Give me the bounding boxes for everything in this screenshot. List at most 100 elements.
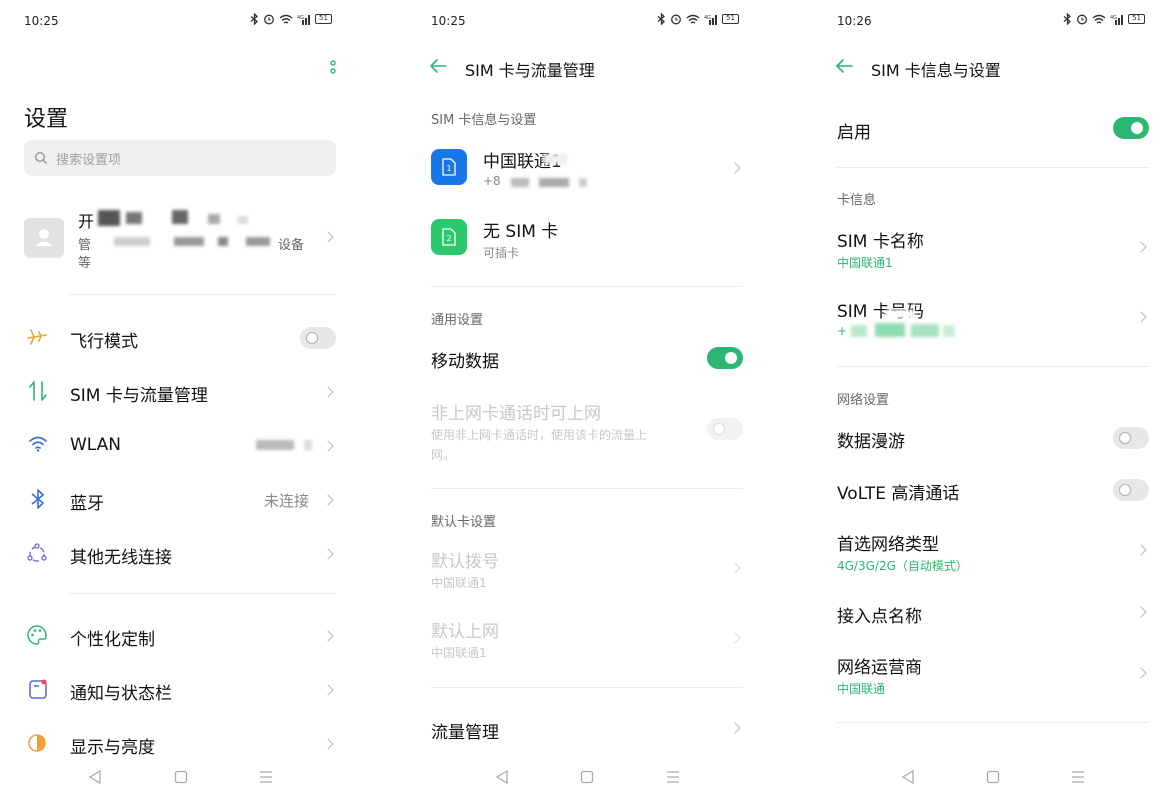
battery-icon: 51 [722, 14, 739, 24]
non-data-call-desc: 使用非上网卡通话时，使用该卡的流量上 [431, 428, 648, 442]
mobile-data-label: 移动数据 [431, 352, 499, 372]
status-icons: 4G 51 [1063, 13, 1145, 25]
status-time: 10:26 [837, 14, 872, 28]
nav-recents-icon[interactable] [666, 769, 680, 789]
volte-row[interactable]: VoLTE 高清通话 [837, 472, 1153, 508]
divider [68, 593, 336, 594]
list-item-airplane-mode[interactable]: 飞行模式 [24, 320, 340, 356]
signal-icon: 4G [704, 14, 718, 25]
divider [68, 294, 336, 295]
svg-text:4G: 4G [1110, 15, 1117, 21]
nav-home-icon[interactable] [580, 769, 594, 789]
more-options-icon[interactable] [326, 60, 340, 80]
preferred-network-title: 首选网络类型 [837, 535, 939, 555]
nav-recents-icon[interactable] [1071, 769, 1085, 789]
chevron-right-icon [322, 684, 334, 696]
chevron-right-icon [1135, 241, 1147, 253]
enable-row[interactable]: 启用 [837, 110, 1153, 146]
bluetooth-status: 未连接 [264, 492, 310, 510]
list-item-wlan[interactable]: WLAN [24, 428, 340, 464]
avatar [24, 218, 64, 258]
item-label: SIM 卡与流量管理 [70, 386, 208, 406]
chevron-right-icon [1135, 544, 1147, 556]
item-label: WLAN [70, 435, 122, 455]
back-arrow-icon[interactable] [429, 58, 447, 78]
airplane-mode-toggle[interactable] [300, 327, 336, 349]
item-label: 其他无线连接 [70, 548, 172, 568]
section-label-network: 网络设置 [837, 393, 890, 408]
list-item-other-wireless[interactable]: 其他无线连接 [24, 536, 340, 572]
enable-label: 启用 [837, 123, 871, 143]
sim-2-name: 无 SIM 卡 [483, 222, 559, 242]
nav-home-icon[interactable] [986, 769, 1000, 789]
list-item-display[interactable]: 显示与亮度 [24, 726, 340, 762]
svg-text:4G: 4G [297, 15, 304, 21]
list-item-bluetooth[interactable]: 蓝牙 未连接 [24, 482, 340, 518]
alarm-icon [670, 13, 682, 25]
nav-back-icon[interactable] [495, 769, 509, 789]
notification-icon [28, 678, 48, 704]
item-label: 飞行模式 [70, 332, 138, 352]
apn-row[interactable]: 接入点名称 [837, 595, 1153, 631]
preferred-network-value: 4G/3G/2G（自动模式） [837, 559, 968, 573]
section-label-sim: SIM 卡信息与设置 [431, 113, 537, 128]
bluetooth-status-icon [657, 13, 666, 25]
palette-icon [26, 624, 48, 650]
sim-card-icon: 1 [431, 149, 467, 185]
list-item-notifications[interactable]: 通知与状态栏 [24, 672, 340, 708]
sim-card-icon: 2 [431, 219, 467, 255]
data-management-row[interactable]: 流量管理 [431, 711, 747, 747]
data-management-label: 流量管理 [431, 723, 499, 743]
apn-label: 接入点名称 [837, 607, 922, 627]
roaming-label: 数据漫游 [837, 432, 905, 452]
page-title: SIM 卡信息与设置 [871, 61, 1001, 80]
account-row[interactable]: 开 管 设备 等 [24, 204, 344, 274]
mobile-data-row[interactable]: 移动数据 [431, 340, 747, 376]
bluetooth-status-icon [250, 13, 259, 25]
roaming-row[interactable]: 数据漫游 [837, 420, 1153, 456]
card-number-value: + [837, 324, 848, 338]
nav-back-icon[interactable] [88, 769, 102, 789]
sim-info-panel: 10:26 4G 51 SIM 卡信息与设置 启用 卡信息 SIM 卡名称 中国… [813, 0, 1173, 800]
nav-back-icon[interactable] [901, 769, 915, 789]
settings-main-panel: 10:25 4G 51 设置 搜索设置项 开 管 设备 等 飞行模式 SIM 卡… [0, 0, 360, 800]
card-name-row[interactable]: SIM 卡名称 中国联通1 [837, 224, 1153, 274]
card-number-row[interactable]: SIM 卡号码 + [837, 294, 1153, 344]
volte-toggle[interactable] [1113, 479, 1149, 501]
roaming-toggle[interactable] [1113, 427, 1149, 449]
status-time: 10:25 [24, 14, 59, 28]
divider [837, 366, 1149, 367]
carrier-value: 中国联通 [837, 682, 886, 696]
battery-icon: 51 [315, 14, 332, 24]
default-data-value: 中国联通1 [431, 646, 487, 660]
list-item-personalization[interactable]: 个性化定制 [24, 618, 340, 654]
nav-home-icon[interactable] [174, 769, 188, 789]
account-desc-prefix: 管 [78, 238, 92, 253]
chevron-right-icon [322, 494, 334, 506]
back-arrow-icon[interactable] [835, 58, 853, 78]
search-input[interactable]: 搜索设置项 [24, 140, 336, 176]
sim-card-2-row[interactable]: 2 无 SIM 卡 可插卡 [431, 214, 747, 264]
sim-card-1-row[interactable]: 1 中国联通1 +8 [431, 144, 747, 194]
default-dial-title: 默认拨号 [431, 552, 499, 572]
list-item-sim-data[interactable]: SIM 卡与流量管理 [24, 374, 340, 410]
nav-recents-icon[interactable] [259, 769, 273, 789]
enable-toggle[interactable] [1113, 117, 1149, 139]
card-name-title: SIM 卡名称 [837, 232, 924, 252]
signal-icon: 4G [1110, 14, 1124, 25]
status-time: 10:25 [431, 14, 466, 28]
account-name: 开 [78, 212, 95, 231]
search-placeholder: 搜索设置项 [56, 153, 122, 168]
bluetooth-icon [30, 488, 46, 514]
mobile-data-toggle[interactable] [707, 347, 743, 369]
page-title: 设置 [24, 107, 69, 132]
non-data-call-title: 非上网卡通话时可上网 [431, 404, 601, 424]
default-data-row: 默认上网 中国联通1 [431, 614, 747, 664]
non-data-call-row: 非上网卡通话时可上网 使用非上网卡通话时，使用该卡的流量上 网。 [431, 396, 747, 466]
preferred-network-row[interactable]: 首选网络类型 4G/3G/2G（自动模式） [837, 527, 1153, 577]
section-label-default: 默认卡设置 [431, 515, 497, 530]
item-label: 显示与亮度 [70, 738, 155, 758]
volte-label: VoLTE 高清通话 [837, 484, 960, 504]
carrier-row[interactable]: 网络运营商 中国联通 [837, 650, 1153, 700]
account-desc-line2: 等 [78, 256, 92, 271]
